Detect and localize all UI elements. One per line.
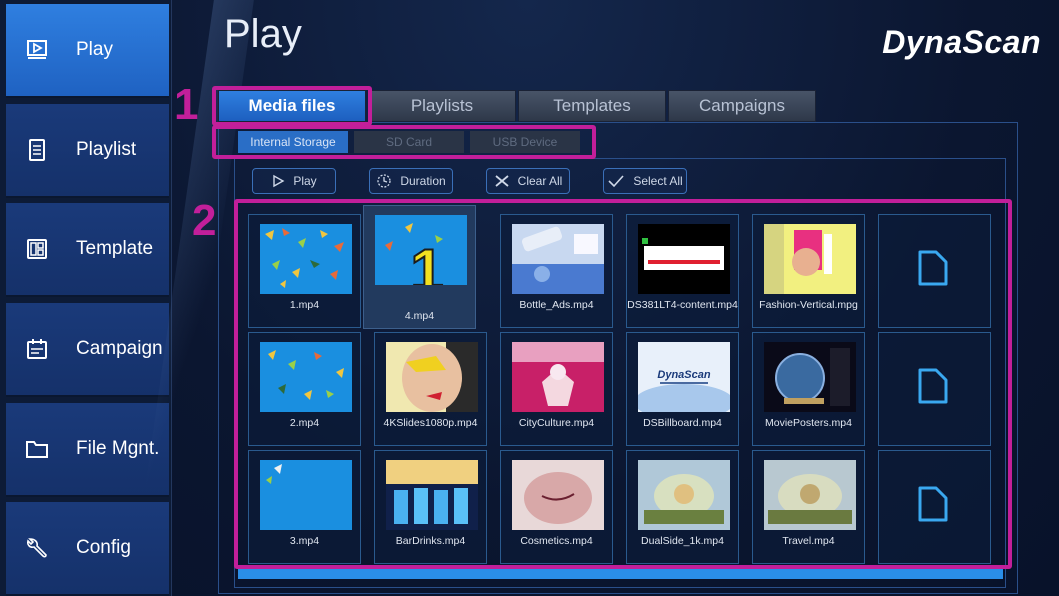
timer-icon bbox=[377, 174, 391, 188]
sidebar-item-play[interactable]: Play bbox=[6, 4, 169, 98]
clear-all-button[interactable]: Clear All bbox=[486, 168, 570, 194]
play-icon bbox=[273, 174, 285, 188]
select-all-label: Select All bbox=[633, 174, 683, 188]
annotation-box-2 bbox=[234, 199, 1012, 569]
clear-x-icon bbox=[495, 175, 509, 187]
duration-button[interactable]: Duration bbox=[369, 168, 453, 194]
calendar-icon bbox=[24, 336, 50, 362]
sidebar-item-label: Campaign bbox=[76, 338, 163, 359]
scroll-bar-fill bbox=[238, 569, 1003, 579]
select-all-button[interactable]: Select All bbox=[603, 168, 687, 194]
wrench-icon bbox=[24, 535, 50, 561]
sidebar-item-label: Play bbox=[76, 39, 113, 60]
duration-label: Duration bbox=[400, 174, 446, 188]
page-title: Play bbox=[224, 12, 302, 56]
annotation-box-1b bbox=[212, 125, 596, 159]
sidebar-item-label: Template bbox=[76, 238, 154, 259]
sidebar-item-label: Playlist bbox=[76, 139, 137, 160]
folder-icon bbox=[24, 436, 50, 462]
sidebar-item-label: Config bbox=[76, 537, 131, 558]
template-layout-icon bbox=[24, 236, 50, 262]
tab-templates[interactable]: Templates bbox=[518, 90, 666, 122]
list-doc-icon bbox=[24, 137, 50, 163]
clear-all-label: Clear All bbox=[517, 174, 563, 188]
tab-playlists[interactable]: Playlists bbox=[368, 90, 516, 122]
sidebar-item-campaign[interactable]: Campaign bbox=[6, 303, 169, 397]
brand-logo: DynaScan bbox=[882, 24, 1041, 60]
scroll-bar[interactable] bbox=[238, 569, 1003, 579]
tab-campaigns[interactable]: Campaigns bbox=[668, 90, 816, 122]
play-label: Play bbox=[293, 174, 317, 188]
annotation-number-2: 2 bbox=[192, 196, 217, 245]
sidebar-item-template[interactable]: Template bbox=[6, 203, 169, 297]
play-screen-icon bbox=[24, 37, 50, 63]
sidebar-item-label: File Mgnt. bbox=[76, 438, 160, 459]
play-button[interactable]: Play bbox=[252, 168, 336, 194]
annotation-number-1: 1 bbox=[174, 80, 199, 129]
checkmark-icon bbox=[608, 175, 624, 188]
sidebar-item-file-mgnt[interactable]: File Mgnt. bbox=[6, 403, 169, 497]
annotation-box-1 bbox=[212, 86, 372, 126]
sidebar-item-playlist[interactable]: Playlist bbox=[6, 104, 169, 198]
